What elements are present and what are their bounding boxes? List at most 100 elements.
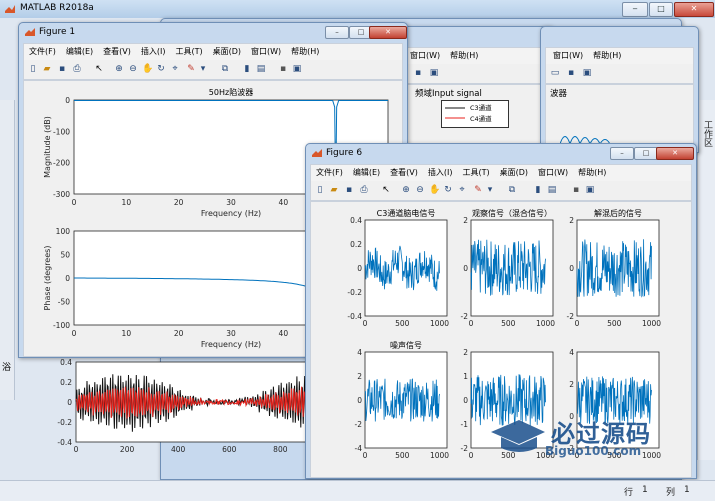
brush-icon[interactable]: ✎ <box>473 185 483 195</box>
figure-1-minimize-button[interactable]: – <box>325 26 349 39</box>
subplot-ytick-label: 0 <box>569 264 574 273</box>
legend-icon[interactable]: ▤ <box>256 64 266 74</box>
menu-window[interactable]: 窗口(W) <box>246 44 286 57</box>
bg3-tool-icon-2[interactable]: ▣ <box>429 68 439 78</box>
link-plot-icon[interactable]: ⧉ <box>507 185 517 195</box>
pointer-icon[interactable]: ↖ <box>381 185 391 195</box>
legend-c4: C4通道 <box>470 115 492 123</box>
hide-tools-icon[interactable]: ▪ <box>278 64 288 74</box>
bg4-menu-window[interactable]: 窗口(W) <box>548 48 588 61</box>
subplot-title: 噪声信号 <box>390 340 422 350</box>
menu-tools[interactable]: 工具(T) <box>170 44 207 57</box>
background-figure-4[interactable]: 窗口(W) 帮助(H) ▭ ▪ ▣ 波器 <box>540 26 699 153</box>
bg4-tool-icon-3[interactable]: ▣ <box>582 68 592 78</box>
print-icon[interactable]: ⎙ <box>72 64 82 74</box>
menu-edit[interactable]: 编辑(E) <box>348 165 385 178</box>
figure-6-minimize-button[interactable]: – <box>610 147 634 160</box>
subplot-4: 噪声信号420-2-40 500 1000 <box>355 340 450 460</box>
datacursor-icon[interactable]: ⌖ <box>170 64 180 74</box>
signal-xtick-label: 400 <box>171 445 186 454</box>
subplot-ytick-label: 2 <box>569 216 574 225</box>
brush-dropdown-icon[interactable]: ▾ <box>485 185 495 195</box>
menu-view[interactable]: 查看(V) <box>385 165 423 178</box>
rotate-icon[interactable]: ↻ <box>156 64 166 74</box>
pointer-icon[interactable]: ↖ <box>94 64 104 74</box>
subplot-ytick-label: 0.4 <box>350 216 362 225</box>
bg4-menu-help[interactable]: 帮助(H) <box>588 48 626 61</box>
phase-ytick-label: 50 <box>60 251 70 260</box>
brush-dropdown-icon[interactable]: ▾ <box>198 64 208 74</box>
subplot-ytick-label: 2 <box>357 372 362 381</box>
bg3-menu-help[interactable]: 帮助(H) <box>445 48 483 61</box>
phase-xtick-label: 20 <box>174 329 184 338</box>
legend-swatches <box>445 107 465 119</box>
menu-tools[interactable]: 工具(T) <box>457 165 494 178</box>
phase-ytick-label: -50 <box>58 298 70 307</box>
zoom-in-icon[interactable]: ⊕ <box>114 64 124 74</box>
open-file-icon[interactable]: ▰ <box>329 185 339 195</box>
zoom-out-icon[interactable]: ⊖ <box>128 64 138 74</box>
subplot-2: 观察信号（混合信号）20-20 500 1000 <box>461 208 556 328</box>
bg4-tool-icon-2[interactable]: ▪ <box>566 68 576 78</box>
menu-desktop[interactable]: 桌面(D) <box>208 44 246 57</box>
mag-ytick-label: 0 <box>65 96 70 105</box>
signal-ytick-label: 0.2 <box>60 378 72 387</box>
bg3-canvas: 频域Input signal C3通道 C4通道 <box>400 84 549 147</box>
zoom-out-icon[interactable]: ⊖ <box>415 185 425 195</box>
print-icon[interactable]: ⎙ <box>359 185 369 195</box>
figure-6-maximize-button[interactable]: □ <box>634 147 658 160</box>
hide-tools-icon[interactable]: ▪ <box>571 185 581 195</box>
left-dock: 浴 <box>0 100 15 400</box>
new-figure-icon[interactable]: ▯ <box>28 64 38 74</box>
open-file-icon[interactable]: ▰ <box>42 64 52 74</box>
menu-help[interactable]: 帮助(H) <box>286 44 324 57</box>
background-figure-3[interactable]: 窗口(W) 帮助(H) ▪ ▣ 频域Input signal C3通道 C4通道 <box>395 26 554 148</box>
maximize-button[interactable]: □ <box>649 2 673 17</box>
menu-edit[interactable]: 编辑(E) <box>61 44 98 57</box>
dock-icon[interactable]: ▣ <box>292 64 302 74</box>
figure-6-close-button[interactable]: ✕ <box>656 147 694 160</box>
datacursor-icon[interactable]: ⌖ <box>457 185 467 195</box>
pan-icon[interactable]: ✋ <box>429 185 440 195</box>
signal-ytick-label: -0.2 <box>57 418 72 427</box>
bg3-menu-window[interactable]: 窗口(W) <box>405 48 445 61</box>
menu-view[interactable]: 查看(V) <box>98 44 136 57</box>
magnitude-ylabel: Magnitude (dB) <box>43 116 52 178</box>
background-signal-plot: 0.4 0.2 0 -0.2 -0.4 0 200 400 600 800 <box>57 358 312 454</box>
pan-icon[interactable]: ✋ <box>142 64 153 74</box>
legend-icon[interactable]: ▤ <box>547 185 557 195</box>
bg4-tool-icon[interactable]: ▭ <box>550 68 560 78</box>
colorbar-icon[interactable]: ▮ <box>533 185 543 195</box>
menu-insert[interactable]: 插入(I) <box>423 165 458 178</box>
menu-file[interactable]: 文件(F) <box>311 165 348 178</box>
menu-help[interactable]: 帮助(H) <box>573 165 611 178</box>
brush-icon[interactable]: ✎ <box>186 64 196 74</box>
workspace-dock[interactable]: 工作区 <box>697 100 715 460</box>
figure-6-titlebar[interactable]: Figure 6 – □ ✕ <box>306 144 696 162</box>
link-plot-icon[interactable]: ⧉ <box>220 64 230 74</box>
menu-insert[interactable]: 插入(I) <box>136 44 171 57</box>
figure-1-close-button[interactable]: ✕ <box>369 26 407 39</box>
dock-icon[interactable]: ▣ <box>585 185 595 195</box>
signal-ytick-label: 0.4 <box>60 358 72 367</box>
new-figure-icon[interactable]: ▯ <box>315 185 325 195</box>
figure-1-toolbar: ▯ ▰ ▪ ⎙ ↖ ⊕ ⊖ ✋ ↻ ⌖ ✎ ▾ ⧉ ▮ ▤ ▪ ▣ <box>23 60 403 80</box>
save-icon[interactable]: ▪ <box>344 185 354 195</box>
bg3-tool-icon[interactable]: ▪ <box>413 68 423 78</box>
mag-ytick-label: -100 <box>53 127 70 136</box>
figure-6-menubar: 文件(F) 编辑(E) 查看(V) 插入(I) 工具(T) 桌面(D) 窗口(W) 帮助(H) <box>310 164 692 182</box>
signal-yticks: 0.4 0.2 0 -0.2 -0.4 <box>57 358 72 447</box>
rotate-icon[interactable]: ↻ <box>443 185 453 195</box>
close-button[interactable]: ✕ <box>674 2 714 17</box>
figure-1-titlebar[interactable]: Figure 1 – □ ✕ <box>19 23 407 41</box>
menu-desktop[interactable]: 桌面(D) <box>495 165 533 178</box>
status-col-value: 1 <box>684 485 690 495</box>
subplot-xtick-label: 500 <box>607 319 622 328</box>
subplot-title: 观察信号（混合信号） <box>472 208 552 218</box>
save-icon[interactable]: ▪ <box>57 64 67 74</box>
colorbar-icon[interactable]: ▮ <box>242 64 252 74</box>
zoom-in-icon[interactable]: ⊕ <box>401 185 411 195</box>
minimize-button[interactable]: ‒ <box>622 2 648 17</box>
menu-file[interactable]: 文件(F) <box>24 44 61 57</box>
menu-window[interactable]: 窗口(W) <box>533 165 573 178</box>
